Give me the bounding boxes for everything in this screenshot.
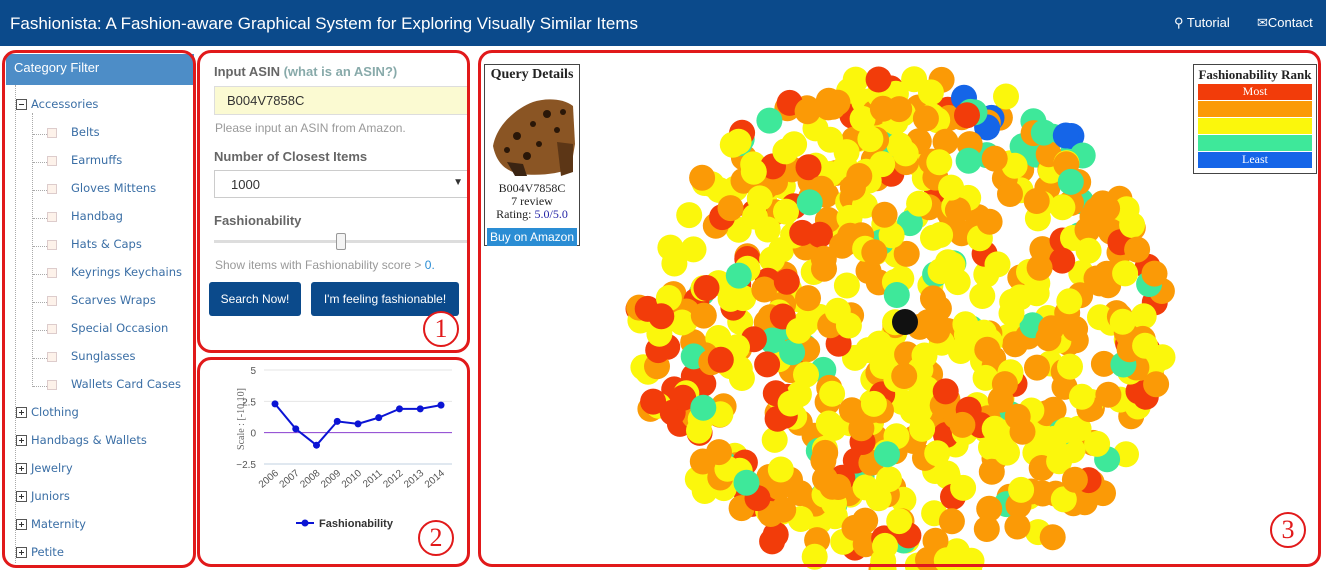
panel-number-1: 1 [423,311,459,347]
panel-number-3: 3 [1270,512,1306,548]
highlight-box-1 [197,50,470,353]
contact-link[interactable]: ✉Contact [1257,15,1313,31]
app-title: Fashionista: A Fashion-aware Graphical S… [10,14,638,33]
highlight-box-sidebar [2,50,196,568]
key-icon: ⚲ [1174,15,1187,30]
panel-number-2: 2 [418,520,454,556]
highlight-box-3 [478,50,1321,567]
header-bar: Fashionista: A Fashion-aware Graphical S… [0,0,1326,46]
tutorial-link[interactable]: ⚲ Tutorial [1174,15,1230,31]
envelope-icon: ✉ [1257,15,1268,30]
